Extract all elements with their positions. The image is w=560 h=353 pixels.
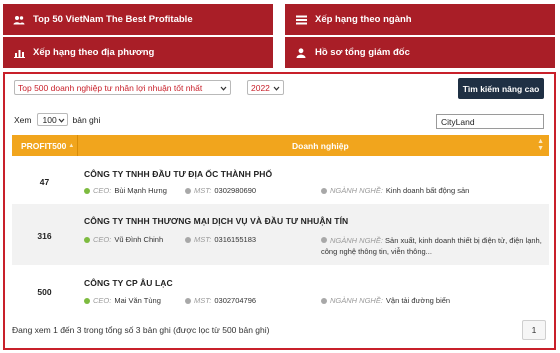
- ceo-profile-label: Hồ sơ tổng giám đốc: [315, 47, 410, 58]
- industry-dot-icon: [321, 187, 327, 194]
- tax-code-value: 0316155183: [214, 235, 257, 244]
- year-value: 2022: [251, 82, 270, 93]
- tax-code-value: 0302980690: [214, 186, 257, 195]
- mst-dot-icon: [185, 297, 191, 304]
- chevron-down-icon: [220, 84, 227, 94]
- profit500-column-header[interactable]: PROFIT500 ▲: [21, 141, 74, 151]
- ceo-profile-button[interactable]: Hồ sơ tổng giám đốc: [285, 37, 555, 68]
- user-icon: [295, 47, 307, 58]
- profit500-rank: 500: [37, 287, 52, 297]
- industry-label: NGÀNH NGHỀ:: [330, 296, 383, 305]
- mst-label: MST:: [194, 186, 212, 195]
- mst-label: MST:: [194, 235, 212, 244]
- bar-chart-icon: [13, 48, 25, 58]
- ceo-dot-icon: [84, 236, 90, 243]
- industry-ranking-label: Xếp hạng theo ngành: [315, 14, 412, 25]
- page-length-control: Xem 100 bản ghi: [14, 113, 100, 126]
- year-select[interactable]: 2022: [247, 80, 284, 95]
- industry-info: NGÀNH NGHỀ: Vận tải đường biển: [321, 296, 450, 305]
- top50-profitable-button[interactable]: Top 50 VietNam The Best Profitable: [3, 4, 273, 35]
- ranking-nav: Top 50 VietNam The Best Profitable Xếp h…: [0, 0, 560, 70]
- industry-dot-icon: [321, 297, 327, 304]
- tax-code-info: MST: 0302980690: [185, 186, 256, 195]
- mst-label: MST:: [194, 296, 212, 305]
- ceo-label: CEO:: [93, 296, 112, 305]
- profit500-rank: 47: [39, 177, 50, 187]
- industry-label: NGÀNH NGHỀ:: [330, 186, 383, 195]
- industry-label: NGÀNH NGHỀ:: [330, 236, 383, 245]
- show-label: Xem: [14, 114, 32, 125]
- region-ranking-label: Xếp hạng theo địa phương: [33, 47, 155, 58]
- records-label: bản ghi: [72, 114, 101, 125]
- mst-dot-icon: [185, 236, 191, 243]
- ranking-type-value: Top 500 doanh nghiệp tư nhân lợi nhuận t…: [18, 82, 203, 93]
- top50-label: Top 50 VietNam The Best Profitable: [33, 14, 193, 25]
- users-icon: [13, 15, 25, 25]
- company-name[interactable]: CÔNG TY TNHH ĐẦU TƯ ĐỊA ỐC THÀNH PHỐ: [84, 169, 272, 179]
- ceo-info: CEO: Vũ Đình Chinh: [84, 235, 163, 244]
- industry-info: NGÀNH NGHỀ: Kinh doanh bất động sản: [321, 186, 469, 195]
- ceo-dot-icon: [84, 187, 90, 194]
- sort-both-icon: ▲ ▼: [537, 138, 544, 152]
- table-info: Đang xem 1 đến 3 trong tổng số 3 bản ghi…: [12, 325, 270, 335]
- company-column-header[interactable]: Doanh nghiệp: [292, 141, 349, 151]
- chevron-down-icon: [273, 84, 280, 94]
- mst-dot-icon: [185, 187, 191, 194]
- tax-code-value: 0302704796: [214, 296, 257, 305]
- ranking-panel: Top 500 doanh nghiệp tư nhân lợi nhuận t…: [3, 72, 556, 350]
- page-size-value: 100: [42, 114, 57, 125]
- industry-dot-icon: [321, 237, 327, 243]
- pagination-page-button[interactable]: 1: [522, 320, 546, 340]
- tax-code-info: MST: 0316155183: [185, 235, 256, 244]
- industry-info: NGÀNH NGHỀ: Sản xuất, kinh doanh thiết b…: [321, 235, 546, 257]
- region-ranking-button[interactable]: Xếp hạng theo địa phương: [3, 37, 273, 68]
- chevron-down-icon: [58, 116, 65, 126]
- ranking-type-select[interactable]: Top 500 doanh nghiệp tư nhân lợi nhuận t…: [14, 80, 231, 95]
- ceo-label: CEO:: [93, 186, 112, 195]
- ceo-info: CEO: Bùi Mạnh Hưng: [84, 186, 167, 195]
- list-icon: [295, 15, 307, 25]
- ceo-info: CEO: Mai Văn Tùng: [84, 296, 161, 305]
- industry-value: Vận tải đường biển: [385, 296, 451, 305]
- ceo-label: CEO:: [93, 235, 112, 244]
- industry-value: Kinh doanh bất động sản: [385, 186, 470, 195]
- table-row[interactable]: 500 CÔNG TY CP ÂU LẠC CEO: Mai Văn Tùng …: [12, 265, 549, 316]
- table-search-input[interactable]: CityLand: [436, 114, 544, 129]
- tax-code-info: MST: 0302704796: [185, 296, 256, 305]
- ceo-name: Mai Văn Tùng: [114, 296, 161, 305]
- page-size-select[interactable]: 100: [37, 113, 69, 126]
- ceo-name: Vũ Đình Chinh: [114, 235, 164, 244]
- company-name[interactable]: CÔNG TY TNHH THƯƠNG MẠI DỊCH VỤ VÀ ĐẦU T…: [84, 216, 348, 226]
- table-header: PROFIT500 ▲ Doanh nghiệp ▲ ▼: [12, 135, 549, 156]
- table-row[interactable]: 316 CÔNG TY TNHH THƯƠNG MẠI DỊCH VỤ VÀ Đ…: [12, 204, 549, 265]
- profit500-rank: 316: [37, 231, 52, 241]
- company-name[interactable]: CÔNG TY CP ÂU LẠC: [84, 278, 173, 288]
- column-divider: [77, 135, 78, 156]
- ceo-name: Bùi Mạnh Hưng: [114, 186, 167, 195]
- industry-ranking-button[interactable]: Xếp hạng theo ngành: [285, 4, 555, 35]
- sort-asc-icon: ▲: [68, 143, 75, 149]
- advanced-search-button[interactable]: Tìm kiếm nâng cao: [458, 78, 544, 99]
- profit500-header-label: PROFIT500: [21, 141, 67, 151]
- table-row[interactable]: 47 CÔNG TY TNHH ĐẦU TƯ ĐỊA ỐC THÀNH PHỐ …: [12, 156, 549, 204]
- ceo-dot-icon: [84, 297, 90, 304]
